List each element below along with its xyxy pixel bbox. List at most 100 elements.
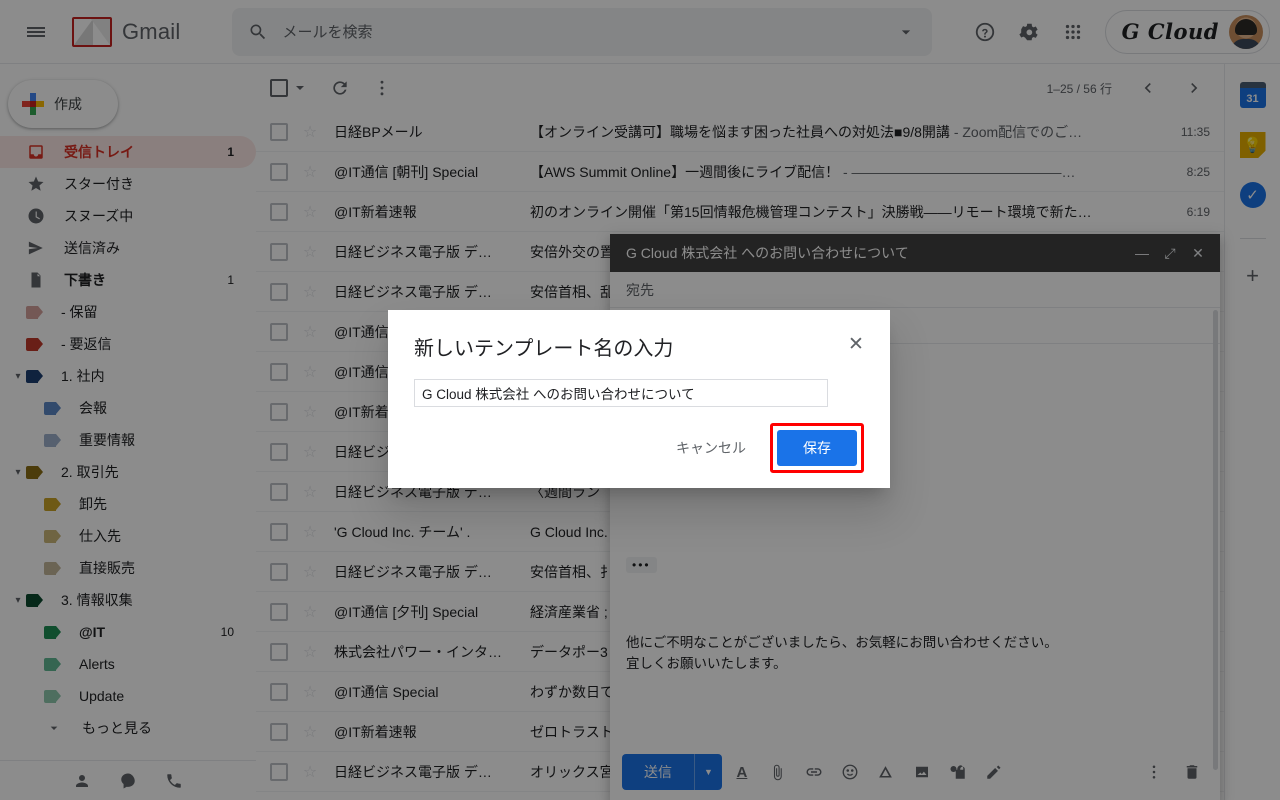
attach-file-icon[interactable] bbox=[762, 756, 794, 788]
chat-icon[interactable] bbox=[119, 772, 137, 790]
chevron-down-icon[interactable]: ▾ bbox=[8, 366, 28, 386]
minimize-icon[interactable]: — bbox=[1128, 239, 1156, 267]
row-checkbox[interactable] bbox=[270, 722, 288, 741]
star-icon[interactable]: ☆ bbox=[300, 722, 320, 742]
compose-scrollbar[interactable] bbox=[1213, 310, 1218, 770]
row-checkbox[interactable] bbox=[270, 482, 288, 501]
sidebar-item-0[interactable]: 受信トレイ 1 bbox=[0, 136, 256, 168]
compose-to-field[interactable]: 宛先 bbox=[610, 272, 1220, 308]
insert-signature-icon[interactable] bbox=[978, 756, 1010, 788]
sidebar-item-15[interactable]: @IT 10 bbox=[0, 616, 256, 648]
chevron-down-icon[interactable]: ▾ bbox=[8, 590, 28, 610]
sidebar-item-16[interactable]: Alerts bbox=[0, 648, 256, 680]
close-icon[interactable]: ✕ bbox=[844, 332, 868, 356]
star-icon[interactable]: ☆ bbox=[300, 162, 320, 182]
keep-lightbulb-icon[interactable]: 💡 bbox=[1239, 132, 1266, 158]
phone-icon[interactable] bbox=[165, 772, 183, 790]
star-icon[interactable]: ☆ bbox=[300, 282, 320, 302]
sidebar-item-3[interactable]: 送信済み bbox=[0, 232, 256, 264]
star-icon[interactable]: ☆ bbox=[300, 642, 320, 662]
more-vertical-icon[interactable] bbox=[1138, 756, 1170, 788]
show-trimmed-content-button[interactable]: ••• bbox=[626, 556, 657, 573]
star-icon[interactable]: ☆ bbox=[300, 242, 320, 262]
confidential-mode-icon[interactable] bbox=[942, 756, 974, 788]
avatar[interactable] bbox=[1229, 14, 1263, 49]
chevron-down-icon[interactable] bbox=[896, 22, 916, 42]
insert-photo-icon[interactable] bbox=[906, 756, 938, 788]
calendar-icon[interactable]: 31 bbox=[1239, 82, 1266, 108]
contacts-icon[interactable] bbox=[73, 772, 91, 790]
plus-icon[interactable]: + bbox=[1246, 263, 1259, 289]
row-checkbox[interactable] bbox=[270, 402, 288, 421]
row-checkbox[interactable] bbox=[270, 442, 288, 461]
template-name-input[interactable]: G Cloud 株式会社 へのお問い合わせについて bbox=[414, 379, 828, 407]
table-row[interactable]: ☆ @IT新着速報 初のオンライン開催「第15回情報危機管理コンテスト」決勝戦――リ… bbox=[256, 192, 1224, 232]
sidebar-item-5[interactable]: - 保留 bbox=[0, 296, 256, 328]
account-chip[interactable]: G Cloud bbox=[1104, 9, 1270, 54]
row-checkbox[interactable] bbox=[270, 282, 288, 301]
row-checkbox[interactable] bbox=[270, 642, 288, 661]
star-icon[interactable]: ☆ bbox=[300, 322, 320, 342]
row-checkbox[interactable] bbox=[270, 162, 288, 181]
row-checkbox[interactable] bbox=[270, 202, 288, 221]
star-icon[interactable]: ☆ bbox=[300, 122, 320, 142]
chevron-left-icon[interactable] bbox=[1128, 68, 1168, 108]
row-checkbox[interactable] bbox=[270, 322, 288, 341]
row-checkbox[interactable] bbox=[270, 562, 288, 581]
trash-icon[interactable] bbox=[1176, 756, 1208, 788]
help-icon[interactable] bbox=[965, 12, 1005, 52]
row-checkbox[interactable] bbox=[270, 762, 288, 781]
sidebar-item-1[interactable]: スター付き bbox=[0, 168, 256, 200]
expand-icon[interactable]: ⤢ bbox=[1156, 239, 1184, 267]
star-icon[interactable]: ☆ bbox=[300, 602, 320, 622]
sidebar-item-12[interactable]: 仕入先 bbox=[0, 520, 256, 552]
cancel-button[interactable]: キャンセル bbox=[662, 430, 760, 466]
sidebar-item-17[interactable]: Update bbox=[0, 680, 256, 712]
format-text-icon[interactable]: A bbox=[726, 756, 758, 788]
table-row[interactable]: ☆ 日経BPメール 【オンライン受講可】職場を悩ます困った社員への対処法■9/8開講… bbox=[256, 112, 1224, 152]
sidebar-item-9[interactable]: 重要情報 bbox=[0, 424, 256, 456]
star-icon[interactable]: ☆ bbox=[300, 202, 320, 222]
sidebar-item-18[interactable]: もっと見る bbox=[0, 712, 256, 744]
google-drive-icon[interactable] bbox=[870, 756, 902, 788]
row-checkbox[interactable] bbox=[270, 602, 288, 621]
star-icon[interactable]: ☆ bbox=[300, 482, 320, 502]
table-row[interactable]: ☆ @IT通信 [朝刊] Special 【AWS Summit Online】一週… bbox=[256, 152, 1224, 192]
sidebar-item-14[interactable]: ▾ 3. 情報収集 bbox=[0, 584, 256, 616]
sidebar-item-4[interactable]: 下書き 1 bbox=[0, 264, 256, 296]
compose-button[interactable]: 作成 bbox=[8, 80, 118, 128]
insert-emoji-icon[interactable] bbox=[834, 756, 866, 788]
compose-header[interactable]: G Cloud 株式会社 へのお問い合わせについて — ⤢ ✕ bbox=[610, 234, 1220, 272]
insert-link-icon[interactable] bbox=[798, 756, 830, 788]
chevron-down-icon[interactable] bbox=[296, 86, 304, 90]
row-checkbox[interactable] bbox=[270, 362, 288, 381]
star-icon[interactable]: ☆ bbox=[300, 522, 320, 542]
sidebar-item-6[interactable]: - 要返信 bbox=[0, 328, 256, 360]
row-checkbox[interactable] bbox=[270, 242, 288, 261]
sidebar-item-7[interactable]: ▾ 1. 社内 bbox=[0, 360, 256, 392]
select-all-checkbox[interactable] bbox=[270, 79, 288, 97]
apps-grid-icon[interactable] bbox=[1053, 12, 1093, 52]
sidebar-item-2[interactable]: スヌーズ中 bbox=[0, 200, 256, 232]
gmail-logo[interactable]: Gmail bbox=[72, 16, 180, 47]
hamburger-icon[interactable] bbox=[12, 8, 60, 56]
star-icon[interactable]: ☆ bbox=[300, 402, 320, 422]
sidebar-item-13[interactable]: 直接販売 bbox=[0, 552, 256, 584]
refresh-icon[interactable] bbox=[320, 68, 360, 108]
star-icon[interactable]: ☆ bbox=[300, 762, 320, 782]
star-icon[interactable]: ☆ bbox=[300, 562, 320, 582]
row-checkbox[interactable] bbox=[270, 122, 288, 141]
sidebar-item-11[interactable]: 卸先 bbox=[0, 488, 256, 520]
chevron-down-icon[interactable]: ▼ bbox=[695, 767, 722, 777]
chevron-right-icon[interactable] bbox=[1174, 68, 1214, 108]
tasks-check-icon[interactable]: ✓ bbox=[1239, 182, 1266, 208]
search-input[interactable]: メールを検索 bbox=[232, 7, 933, 56]
sidebar-item-10[interactable]: ▾ 2. 取引先 bbox=[0, 456, 256, 488]
star-icon[interactable]: ☆ bbox=[300, 682, 320, 702]
sidebar-item-8[interactable]: 会報 bbox=[0, 392, 256, 424]
chevron-down-icon[interactable]: ▾ bbox=[8, 462, 28, 482]
gear-icon[interactable] bbox=[1009, 12, 1049, 52]
row-checkbox[interactable] bbox=[270, 682, 288, 701]
more-vertical-icon[interactable] bbox=[362, 68, 402, 108]
row-checkbox[interactable] bbox=[270, 522, 288, 541]
